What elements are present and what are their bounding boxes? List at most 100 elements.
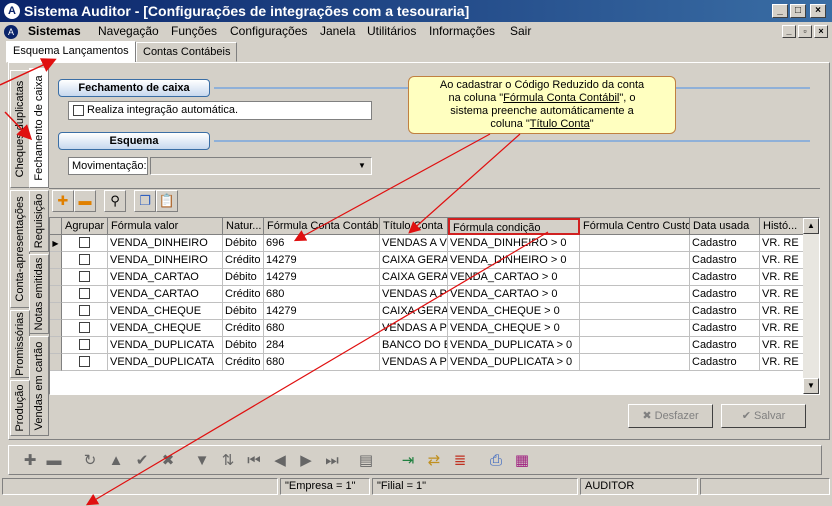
mdi-app-icon[interactable]: A xyxy=(4,25,18,39)
vtab-notas-emitidas[interactable]: Notas emitidas xyxy=(29,254,49,334)
calendar-icon[interactable]: ▦ xyxy=(511,450,533,472)
cell-natureza[interactable]: Crédito xyxy=(223,354,264,371)
vtab-vendas-cartao[interactable]: Vendas em cartão xyxy=(29,336,49,436)
cell-data-usada[interactable]: Cadastro xyxy=(690,252,760,269)
cell-formula-condicao[interactable]: VENDA_DINHEIRO > 0 xyxy=(448,252,580,269)
row-indicator[interactable] xyxy=(50,303,62,320)
report-icon[interactable]: ≣ xyxy=(449,450,471,472)
cell-formula-valor[interactable]: VENDA_DUPLICATA xyxy=(108,337,223,354)
scroll-down-icon[interactable]: ▼ xyxy=(803,378,819,394)
mdi-close-icon[interactable]: × xyxy=(814,25,828,38)
cell-formula-centro-custo[interactable] xyxy=(580,286,690,303)
cell-historico[interactable]: VR. RE xyxy=(760,269,805,286)
row-indicator[interactable] xyxy=(50,252,62,269)
cell-natureza[interactable]: Crédito xyxy=(223,320,264,337)
cell-agrupar[interactable] xyxy=(62,303,108,320)
paste-icon[interactable]: 📋 xyxy=(156,190,178,212)
cell-formula-condicao[interactable]: VENDA_DINHEIRO > 0 xyxy=(448,235,580,252)
add-icon[interactable]: ✚ xyxy=(52,190,74,212)
prev-record-icon[interactable]: ◀ xyxy=(269,450,291,472)
row-indicator[interactable] xyxy=(50,286,62,303)
tab-esquema-lancamentos[interactable]: Esquema Lançamentos xyxy=(6,41,136,63)
cell-natureza[interactable]: Débito xyxy=(223,269,264,286)
cell-historico[interactable]: VR. RE xyxy=(760,235,805,252)
col-formula-centro-custo[interactable]: Fórmula Centro Custo xyxy=(580,218,690,235)
cell-formula-condicao[interactable]: VENDA_DUPLICATA > 0 xyxy=(448,337,580,354)
confirm-icon[interactable]: ✔ xyxy=(131,450,153,472)
cell-formula-conta-contabil[interactable]: 696 xyxy=(264,235,380,252)
cell-formula-conta-contabil[interactable]: 680 xyxy=(264,354,380,371)
cell-natureza[interactable]: Crédito xyxy=(223,286,264,303)
cell-data-usada[interactable]: Cadastro xyxy=(690,337,760,354)
cell-formula-conta-contabil[interactable]: 680 xyxy=(264,320,380,337)
cell-formula-conta-contabil[interactable]: 14279 xyxy=(264,252,380,269)
cell-formula-condicao[interactable]: VENDA_CARTAO > 0 xyxy=(448,269,580,286)
insert-icon[interactable]: ✚ xyxy=(19,450,41,472)
cell-formula-conta-contabil[interactable]: 14279 xyxy=(264,303,380,320)
cell-agrupar[interactable] xyxy=(62,337,108,354)
desfazer-button[interactable]: ✖ Desfazer xyxy=(628,404,713,428)
cell-formula-condicao[interactable]: VENDA_CHEQUE > 0 xyxy=(448,320,580,337)
cell-historico[interactable]: VR. RE xyxy=(760,320,805,337)
maximize-icon[interactable]: □ xyxy=(790,4,806,18)
cell-natureza[interactable]: Débito xyxy=(223,303,264,320)
agrupar-checkbox[interactable] xyxy=(79,288,90,299)
cell-titulo-conta[interactable]: VENDAS A PI xyxy=(380,286,448,303)
cell-data-usada[interactable]: Cadastro xyxy=(690,269,760,286)
cell-formula-conta-contabil[interactable]: 284 xyxy=(264,337,380,354)
vtab-fechamento-caixa[interactable]: Fechamento de caixa xyxy=(29,68,49,188)
vtab-promissorias[interactable]: Promissórias xyxy=(10,310,30,378)
search-icon[interactable]: ⚲ xyxy=(104,190,126,212)
close-icon[interactable]: × xyxy=(810,4,826,18)
cell-formula-centro-custo[interactable] xyxy=(580,320,690,337)
next-record-icon[interactable]: ▶ xyxy=(295,450,317,472)
salvar-button[interactable]: ✔ Salvar xyxy=(721,404,806,428)
cell-data-usada[interactable]: Cadastro xyxy=(690,286,760,303)
row-indicator[interactable] xyxy=(50,320,62,337)
agrupar-checkbox[interactable] xyxy=(79,271,90,282)
cell-formula-conta-contabil[interactable]: 680 xyxy=(264,286,380,303)
agrupar-checkbox[interactable] xyxy=(79,237,90,248)
cell-historico[interactable]: VR. RE xyxy=(760,252,805,269)
cell-agrupar[interactable] xyxy=(62,354,108,371)
cell-formula-condicao[interactable]: VENDA_CHEQUE > 0 xyxy=(448,303,580,320)
cell-formula-valor[interactable]: VENDA_DINHEIRO xyxy=(108,235,223,252)
agrupar-checkbox[interactable] xyxy=(79,339,90,350)
remove-icon[interactable]: ▬ xyxy=(74,190,96,212)
grid-vertical-scrollbar[interactable]: ▲ ▼ xyxy=(803,218,819,394)
cell-data-usada[interactable]: Cadastro xyxy=(690,320,760,337)
col-formula-valor[interactable]: Fórmula valor xyxy=(108,218,223,235)
chevron-down-icon[interactable]: ▼ xyxy=(355,160,369,172)
refresh-icon[interactable]: ↻ xyxy=(79,450,101,472)
agrupar-checkbox[interactable] xyxy=(79,322,90,333)
cell-formula-centro-custo[interactable] xyxy=(580,337,690,354)
menu-navegacao[interactable]: Navegação xyxy=(98,24,159,38)
menu-sair[interactable]: Sair xyxy=(510,24,531,38)
cell-historico[interactable]: VR. RE xyxy=(760,337,805,354)
agrupar-checkbox[interactable] xyxy=(79,305,90,316)
cell-titulo-conta[interactable]: CAIXA GERAI xyxy=(380,252,448,269)
cell-titulo-conta[interactable]: BANCO DO B xyxy=(380,337,448,354)
cell-titulo-conta[interactable]: VENDAS A VI xyxy=(380,235,448,252)
cell-agrupar[interactable] xyxy=(62,320,108,337)
minimize-icon[interactable]: _ xyxy=(772,4,788,18)
first-record-icon[interactable]: ⏮ xyxy=(243,450,265,472)
menu-funcoes[interactable]: Funções xyxy=(171,24,217,38)
menu-sistemas[interactable]: Sistemas xyxy=(28,24,81,38)
menu-configuracoes[interactable]: Configurações xyxy=(230,24,307,38)
last-record-icon[interactable]: ⏭ xyxy=(321,450,343,472)
cell-historico[interactable]: VR. RE xyxy=(760,303,805,320)
cell-formula-valor[interactable]: VENDA_DUPLICATA xyxy=(108,354,223,371)
movimentacao-select[interactable]: ▼ xyxy=(150,157,372,175)
cell-formula-valor[interactable]: VENDA_CHEQUE xyxy=(108,303,223,320)
menu-utilitarios[interactable]: Utilitários xyxy=(367,24,416,38)
cell-historico[interactable]: VR. RE xyxy=(760,354,805,371)
col-formula-condicao[interactable]: Fórmula condição xyxy=(448,218,580,235)
cell-titulo-conta[interactable]: CAIXA GERAI xyxy=(380,303,448,320)
vtab-conta-apresentacoes[interactable]: Conta-apresentações xyxy=(10,190,30,308)
cell-data-usada[interactable]: Cadastro xyxy=(690,354,760,371)
cell-formula-valor[interactable]: VENDA_CHEQUE xyxy=(108,320,223,337)
cell-data-usada[interactable]: Cadastro xyxy=(690,235,760,252)
cell-formula-centro-custo[interactable] xyxy=(580,354,690,371)
cell-agrupar[interactable] xyxy=(62,286,108,303)
